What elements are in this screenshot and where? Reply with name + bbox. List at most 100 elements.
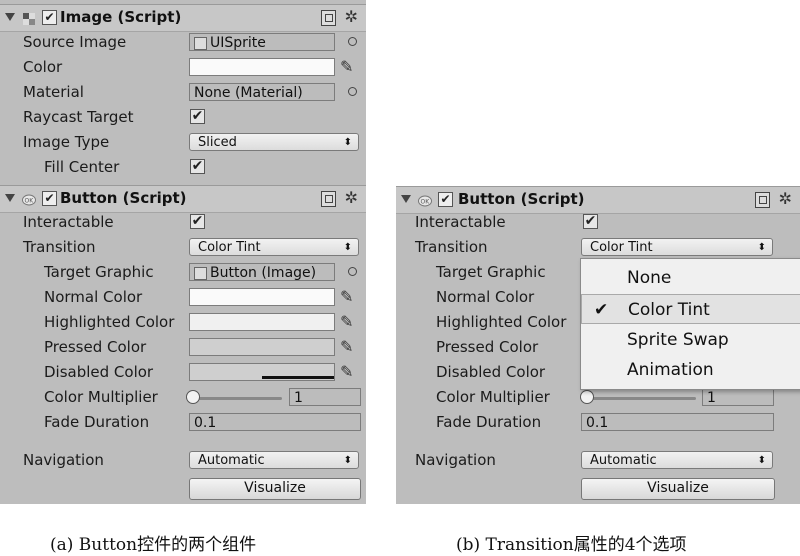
color-multiplier-field[interactable]: 1 xyxy=(289,388,361,406)
visualize-button[interactable]: Visualize xyxy=(581,478,775,500)
eyedropper-icon[interactable]: ✎ xyxy=(340,287,353,306)
target-graphic-label: Target Graphic xyxy=(436,263,546,281)
source-image-field[interactable]: UISprite xyxy=(189,33,335,51)
transition-row: Transition Color Tint ⬍ xyxy=(0,235,366,260)
transition-dropdown[interactable]: Color Tint ⬍ xyxy=(581,238,773,256)
transition-row: Transition Color Tint ⬍ xyxy=(396,235,800,260)
source-image-row: Source Image UISprite xyxy=(0,30,366,55)
image-type-value: Sliced xyxy=(198,135,237,150)
navigation-row: Navigation Automatic ⬍ xyxy=(0,448,366,473)
color-multiplier-slider-knob[interactable] xyxy=(580,390,594,404)
interactable-row: Interactable ✔ xyxy=(0,210,366,235)
image-type-label: Image Type xyxy=(23,133,110,151)
fold-arrow-icon[interactable] xyxy=(401,195,411,203)
menu-item-none[interactable]: None xyxy=(581,263,800,293)
object-picker-target-icon[interactable] xyxy=(348,87,357,96)
object-picker-target-icon[interactable] xyxy=(348,267,357,276)
svg-text:OK: OK xyxy=(421,199,431,206)
transition-label: Transition xyxy=(415,238,488,256)
disabled-color-swatch[interactable] xyxy=(189,363,335,381)
gear-icon[interactable]: ✲ xyxy=(345,188,358,207)
svg-text:OK: OK xyxy=(25,198,35,205)
fade-duration-field[interactable]: 0.1 xyxy=(581,413,774,431)
fold-arrow-icon[interactable] xyxy=(5,13,15,21)
raycast-target-row: Raycast Target ✔ xyxy=(0,105,366,130)
highlighted-color-label: Highlighted Color xyxy=(436,313,567,331)
interactable-label: Interactable xyxy=(23,213,114,231)
image-component-title: Image (Script) xyxy=(60,8,182,26)
object-picker-target-icon[interactable] xyxy=(348,37,357,46)
navigation-dropdown[interactable]: Automatic ⬍ xyxy=(581,451,773,469)
color-row: Color ✎ xyxy=(0,55,366,80)
image-icon xyxy=(194,267,207,280)
fade-duration-field[interactable]: 0.1 xyxy=(189,413,361,431)
button-enabled-checkbox[interactable]: ✔ xyxy=(438,192,453,207)
image-component-header[interactable]: ✔ Image (Script) ✲ xyxy=(0,4,366,32)
help-book-icon[interactable] xyxy=(321,191,336,207)
transition-dropdown[interactable]: Color Tint ⬍ xyxy=(189,238,359,256)
caption-b: (b) Transition属性的4个选项 xyxy=(456,535,687,555)
normal-color-label: Normal Color xyxy=(436,288,535,306)
menu-item-label: Color Tint xyxy=(628,300,710,320)
fade-duration-label: Fade Duration xyxy=(436,413,542,431)
image-type-dropdown[interactable]: Sliced ⬍ xyxy=(189,133,359,151)
alpha-bar xyxy=(262,376,334,379)
menu-item-animation[interactable]: Animation xyxy=(581,355,800,385)
fold-arrow-icon[interactable] xyxy=(5,194,15,202)
help-book-icon[interactable] xyxy=(755,192,770,208)
gear-icon[interactable]: ✲ xyxy=(345,7,358,26)
color-multiplier-slider-knob[interactable] xyxy=(186,390,200,404)
disabled-color-label: Disabled Color xyxy=(436,363,546,381)
color-swatch[interactable] xyxy=(189,58,335,76)
pressed-color-swatch[interactable] xyxy=(189,338,335,356)
interactable-checkbox[interactable]: ✔ xyxy=(583,214,598,229)
image-component-icon xyxy=(22,11,36,25)
fade-duration-row: Fade Duration 0.1 xyxy=(0,410,366,435)
eyedropper-icon[interactable]: ✎ xyxy=(340,337,353,356)
fade-duration-label: Fade Duration xyxy=(44,413,150,431)
fill-center-row: Fill Center ✔ xyxy=(0,155,366,180)
navigation-value: Automatic xyxy=(198,453,265,468)
eyedropper-icon[interactable]: ✎ xyxy=(340,362,353,381)
raycast-target-checkbox[interactable]: ✔ xyxy=(190,109,205,124)
color-multiplier-label: Color Multiplier xyxy=(436,388,550,406)
disabled-color-row: Disabled Color ✎ xyxy=(0,360,366,385)
fade-duration-row: Fade Duration 0.1 xyxy=(396,410,800,435)
color-multiplier-slider-track[interactable] xyxy=(192,397,282,400)
interactable-label: Interactable xyxy=(415,213,506,231)
target-graphic-field[interactable]: Button (Image) xyxy=(189,263,335,281)
button-enabled-checkbox[interactable]: ✔ xyxy=(42,191,57,206)
navigation-label: Navigation xyxy=(415,451,496,469)
button-component-icon: OK xyxy=(418,193,432,207)
normal-color-label: Normal Color xyxy=(44,288,143,306)
eyedropper-icon[interactable]: ✎ xyxy=(340,57,353,76)
navigation-dropdown[interactable]: Automatic ⬍ xyxy=(189,451,359,469)
menu-item-sprite-swap[interactable]: Sprite Swap xyxy=(581,325,800,355)
target-graphic-value: Button (Image) xyxy=(210,265,317,281)
dropdown-arrows-icon: ⬍ xyxy=(343,455,352,466)
button-component-icon: OK xyxy=(22,192,36,206)
fill-center-checkbox[interactable]: ✔ xyxy=(190,159,205,174)
color-multiplier-slider-track[interactable] xyxy=(586,397,696,400)
highlighted-color-swatch[interactable] xyxy=(189,313,335,331)
image-enabled-checkbox[interactable]: ✔ xyxy=(42,10,57,25)
button-component-title: Button (Script) xyxy=(458,190,585,208)
eyedropper-icon[interactable]: ✎ xyxy=(340,312,353,331)
dropdown-arrows-icon: ⬍ xyxy=(343,137,352,148)
gear-icon[interactable]: ✲ xyxy=(779,189,792,208)
button-component-header[interactable]: OK ✔ Button (Script) ✲ xyxy=(0,185,366,213)
material-field[interactable]: None (Material) xyxy=(189,83,335,101)
help-book-icon[interactable] xyxy=(321,10,336,26)
dropdown-arrows-icon: ⬍ xyxy=(757,455,766,466)
menu-item-color-tint[interactable]: ✔ Color Tint xyxy=(581,294,800,324)
dropdown-arrows-icon: ⬍ xyxy=(757,242,766,253)
color-multiplier-label: Color Multiplier xyxy=(44,388,158,406)
material-label: Material xyxy=(23,83,84,101)
navigation-value: Automatic xyxy=(590,453,657,468)
interactable-checkbox[interactable]: ✔ xyxy=(190,214,205,229)
visualize-button[interactable]: Visualize xyxy=(189,478,361,500)
normal-color-swatch[interactable] xyxy=(189,288,335,306)
highlighted-color-row: Highlighted Color ✎ xyxy=(0,310,366,335)
color-multiplier-field[interactable]: 1 xyxy=(702,388,774,406)
transition-value: Color Tint xyxy=(590,240,653,255)
